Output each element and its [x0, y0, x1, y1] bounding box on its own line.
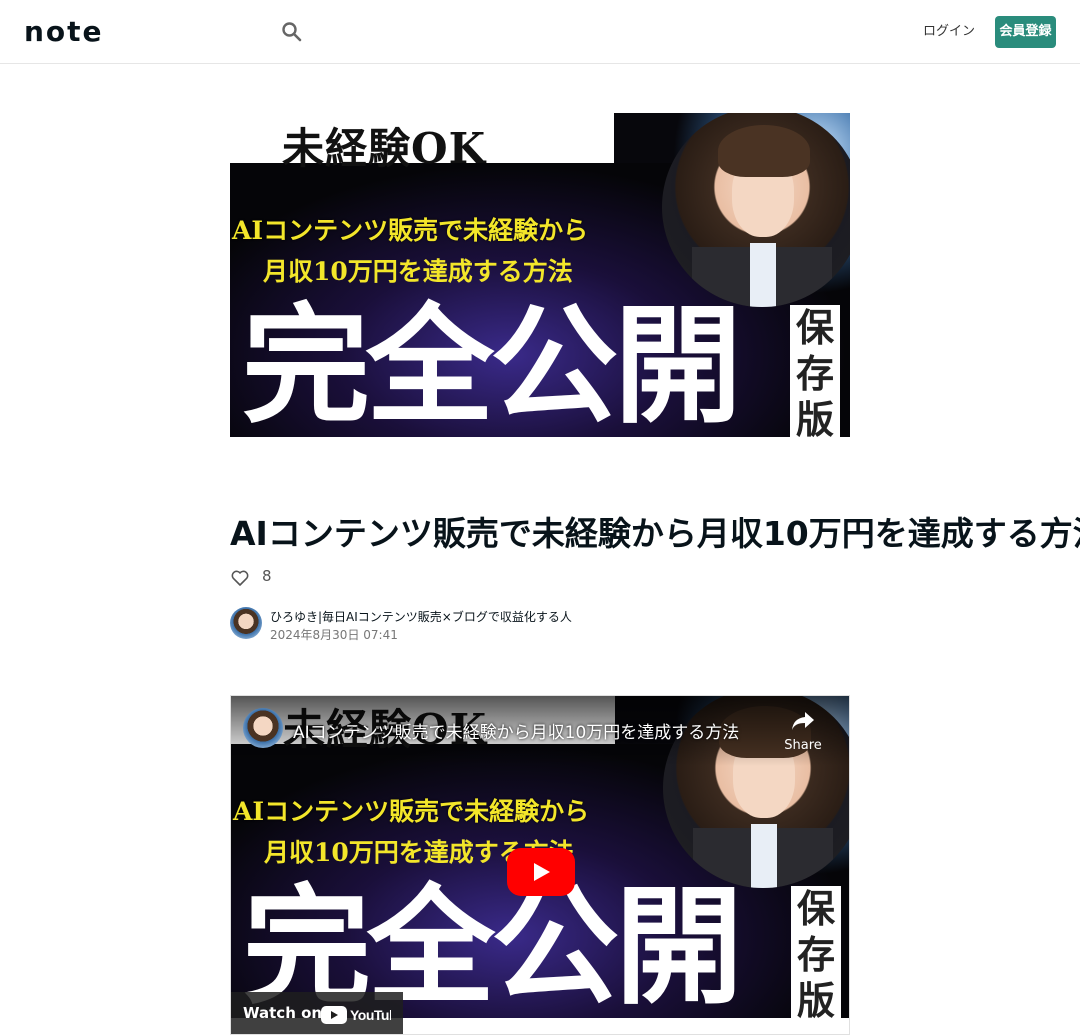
author-name[interactable]: ひろゆき|毎日AIコンテンツ販売×ブログで収益化する人 [270, 608, 572, 625]
share-icon [792, 712, 814, 730]
site-header: note ログイン 会員登録 [0, 0, 1080, 64]
article-thumbnail: 未経験OK AIコンテンツ販売で未経験から 月収10万円を達成する方法 完全公開… [230, 113, 850, 437]
watch-on-label: Watch on [243, 1004, 323, 1022]
thumbnail-subtitle-line2: 月収10万円を達成する方法 [263, 257, 573, 286]
article-title: AIコンテンツ販売で未経験から月収10万円を達成する方法 [230, 514, 1080, 553]
share-label: Share [784, 738, 822, 753]
note-logo[interactable]: note [24, 19, 122, 45]
login-link[interactable]: ログイン [918, 16, 980, 48]
like-count: 8 [262, 567, 272, 585]
heart-icon[interactable] [230, 568, 250, 588]
thumbnail-graphic: 未経験OK AIコンテンツ販売で未経験から 月収10万円を達成する方法 完全公開… [230, 113, 850, 437]
share-button[interactable]: Share [779, 708, 827, 756]
thumbnail-subtitle-line1: AIコンテンツ販売で未経験から [232, 216, 589, 245]
thumbnail-big-text: 完全公開 [242, 291, 742, 437]
search-icon[interactable] [280, 20, 304, 44]
watch-on-youtube-button[interactable]: Watch on YouTube [231, 992, 403, 1034]
youtube-embed[interactable]: 未経験OK AIコンテンツ販売で未経験から 月収10万円を達成する方法 完全公開… [230, 695, 850, 1035]
author-avatar[interactable] [230, 607, 262, 639]
channel-avatar[interactable] [243, 708, 283, 748]
play-button[interactable] [507, 848, 575, 896]
video-badge: 保存版 [791, 886, 841, 1024]
thumbnail-ok-text: 未経験OK [282, 124, 487, 173]
signup-button[interactable]: 会員登録 [995, 16, 1056, 48]
publish-date: 2024年8月30日 07:41 [270, 628, 398, 642]
video-title[interactable]: AIコンテンツ販売で未経験から月収10万円を達成する方法 [293, 718, 739, 743]
svg-text:note: note [24, 19, 104, 45]
play-icon [534, 863, 550, 881]
thumbnail-badge: 保存版 [790, 305, 840, 437]
svg-text:YouTube: YouTube [350, 1007, 391, 1023]
youtube-logo-icon: YouTube [321, 1006, 391, 1024]
video-subtitle-line1: AIコンテンツ販売で未経験から [233, 797, 590, 826]
